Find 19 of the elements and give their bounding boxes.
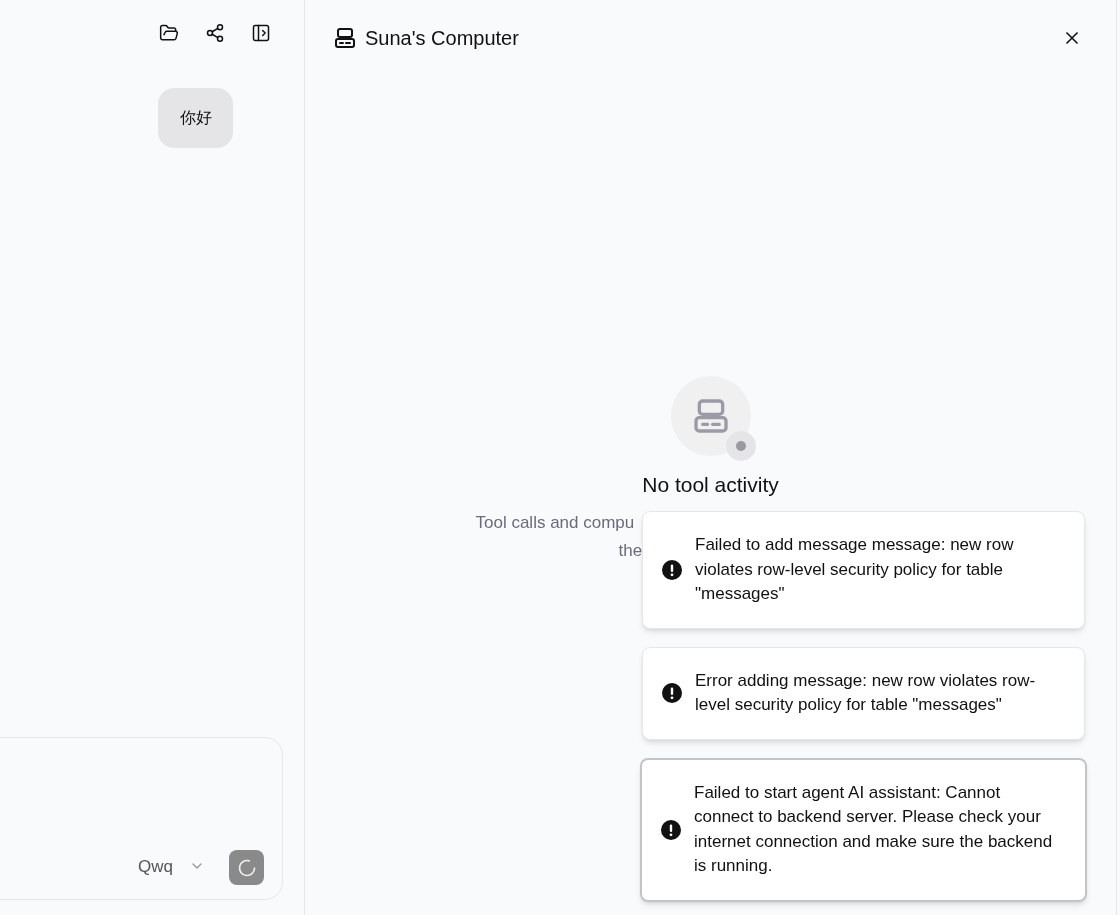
- panel-title: Suna's Computer: [365, 26, 519, 51]
- toast-message: Failed to start agent AI assistant: Cannot connect to backend server. Please check your internet connection and make sure the backend is running.: [694, 781, 1054, 877]
- share-icon[interactable]: [205, 23, 225, 43]
- model-selector[interactable]: Qwq: [138, 853, 205, 879]
- empty-state-subtitle: Tool calls and compu: [475, 512, 635, 534]
- toast-message: Error adding message: new row violates row-level security policy for table "messages": [695, 669, 1037, 716]
- folder-icon[interactable]: [159, 23, 179, 43]
- chat-input[interactable]: Qwq: [0, 737, 283, 900]
- user-message: 你好: [158, 88, 233, 148]
- loading-button[interactable]: [229, 850, 264, 885]
- empty-state-subtitle: the: [618, 540, 643, 562]
- spinner-icon: [236, 857, 257, 878]
- panel-toggle-icon[interactable]: [251, 23, 271, 43]
- toast-message: Failed to add message message: new row violates row-level security policy for table "messages": [695, 534, 1015, 605]
- error-icon: [662, 559, 682, 580]
- error-icon: [662, 683, 682, 703]
- empty-state-heading: No tool activity: [642, 472, 779, 498]
- computer-icon: [333, 26, 357, 50]
- error-icon: [661, 819, 681, 840]
